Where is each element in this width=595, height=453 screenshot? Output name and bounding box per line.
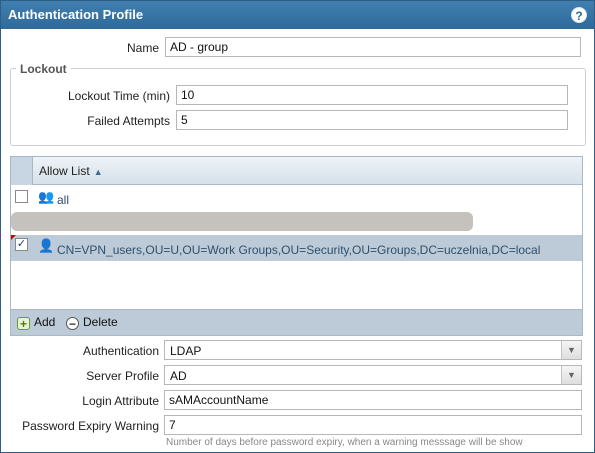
failed-attempts-input[interactable] xyxy=(176,110,568,130)
user-icon: 👤 xyxy=(38,238,55,253)
login-attribute-input[interactable] xyxy=(164,390,582,410)
sort-ascending-icon: ▲ xyxy=(93,167,103,177)
authentication-label: Authentication xyxy=(82,344,159,358)
list-item-label: CN=VPN_users,OU=U,OU=Work Groups,OU=Secu… xyxy=(57,243,541,257)
add-button[interactable]: + Add xyxy=(17,315,55,330)
lockout-legend: Lockout xyxy=(16,62,71,76)
delete-icon: − xyxy=(66,317,79,330)
authentication-value: LDAP xyxy=(170,344,202,358)
name-input[interactable] xyxy=(165,37,581,57)
authentication-profile-dialog: Authentication Profile ? Name Lockout Lo… xyxy=(0,0,595,453)
chevron-down-icon[interactable]: ▼ xyxy=(561,366,581,384)
row-checkbox[interactable] xyxy=(15,190,28,203)
allow-list-header: Allow List ▲ xyxy=(11,157,582,185)
password-expiry-label: Password Expiry Warning xyxy=(22,419,159,433)
allow-list-toolbar: + Add − Delete xyxy=(11,309,582,335)
allow-list-grid: Allow List ▲ 👥 all ✓ 👤 CN=VPN_users,OU=U,… xyxy=(10,156,583,336)
login-attribute-label: Login Attribute xyxy=(82,394,159,408)
list-item-label: all xyxy=(57,193,70,207)
server-profile-select[interactable]: AD ▼ xyxy=(164,365,582,385)
server-profile-value: AD xyxy=(170,369,187,383)
redacted-row xyxy=(11,212,473,231)
dialog-title: Authentication Profile xyxy=(8,7,144,22)
authentication-select[interactable]: LDAP ▼ xyxy=(164,340,582,360)
lockout-fieldset xyxy=(10,68,586,146)
add-button-label: Add xyxy=(34,315,56,329)
allow-list-column-title: Allow List xyxy=(39,164,90,178)
password-expiry-input[interactable] xyxy=(164,415,582,435)
allow-list-column-header[interactable]: Allow List ▲ xyxy=(39,164,103,178)
add-icon: + xyxy=(17,317,30,330)
help-icon[interactable]: ? xyxy=(571,7,587,23)
dialog-titlebar: Authentication Profile ? xyxy=(1,1,594,29)
list-item-selected[interactable]: ✓ 👤 CN=VPN_users,OU=U,OU=Work Groups,OU=… xyxy=(11,235,582,261)
chevron-down-icon[interactable]: ▼ xyxy=(561,341,581,359)
delete-button-label: Delete xyxy=(83,315,118,329)
select-all-column[interactable] xyxy=(11,157,33,185)
lockout-time-input[interactable] xyxy=(176,85,568,105)
delete-button[interactable]: − Delete xyxy=(66,315,118,330)
failed-attempts-label: Failed Attempts xyxy=(87,114,170,128)
password-expiry-hint: Number of days before password expiry, w… xyxy=(166,437,523,448)
row-checkbox-checked[interactable]: ✓ xyxy=(15,238,28,251)
lockout-time-label: Lockout Time (min) xyxy=(67,89,170,103)
list-item[interactable]: 👥 all xyxy=(11,185,582,211)
server-profile-label: Server Profile xyxy=(86,369,159,383)
users-group-icon: 👥 xyxy=(38,189,55,204)
name-label: Name xyxy=(126,41,159,55)
